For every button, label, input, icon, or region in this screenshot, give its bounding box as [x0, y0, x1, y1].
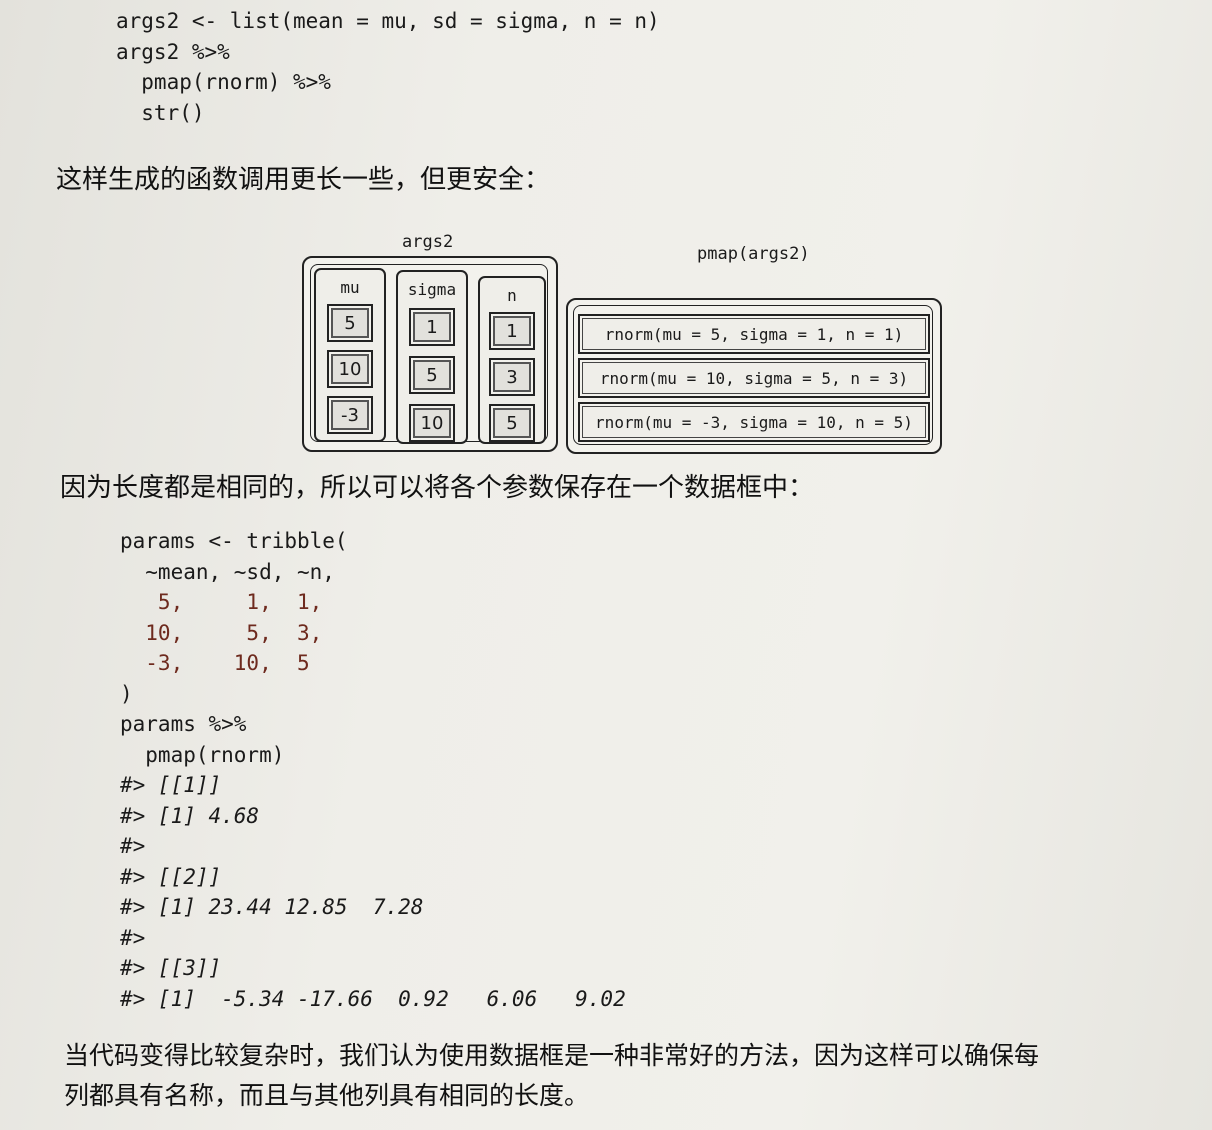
code-block-args2: args2 <- list(mean = mu, sd = sigma, n =…: [116, 6, 660, 128]
cell-n-1: 1: [489, 312, 535, 350]
output-line: #> [[1]]: [120, 773, 222, 797]
pmap-result-box: rnorm(mu = 5, sigma = 1, n = 1) rnorm(mu…: [566, 298, 942, 454]
code-line: pmap(rnorm) %>%: [116, 70, 331, 94]
output-line: #> [1] 4.68: [120, 803, 260, 828]
cell-mu-1: 5: [327, 304, 373, 342]
output-line: #> [[3]]: [120, 956, 222, 980]
args2-label: args2: [402, 232, 454, 252]
code-line: args2 %>%: [116, 39, 230, 64]
args2-list-box: mu 5 10 -3 sigma 1 5 10 n 1 3 5: [302, 256, 558, 452]
column-header-mu: mu: [340, 278, 360, 297]
code-block-params: params <- tribble( ~mean, ~sd, ~n, 5, 1,…: [120, 526, 626, 1014]
output-line: #> [[2]]: [120, 864, 222, 889]
output-line: #> [1] 23.44 12.85 7.28: [120, 895, 424, 919]
paragraph-store-in-dataframe: 因为长度都是相同的，所以可以将各个参数保存在一个数据框中：: [60, 473, 815, 503]
code-line: params %>%: [120, 712, 247, 736]
cell-n-2: 3: [489, 358, 535, 396]
column-n: n 1 3 5: [478, 276, 546, 444]
code-line: ): [120, 681, 133, 706]
cell-sigma-3: 10: [409, 404, 455, 442]
column-header-sigma: sigma: [407, 280, 457, 299]
paragraph-safer-calls: 这样生成的函数调用更长一些，但更安全：: [56, 165, 551, 195]
code-line: 10, 5, 3,: [120, 620, 323, 645]
column-mu: mu 5 10 -3: [314, 268, 386, 442]
output-line: #>: [120, 834, 146, 858]
rnorm-call-3: rnorm(mu = -3, sigma = 10, n = 5): [578, 402, 930, 442]
cell-mu-3: -3: [327, 396, 373, 434]
code-line: pmap(rnorm): [120, 742, 285, 767]
cell-sigma-1: 1: [409, 308, 455, 346]
pmap-args2-label: pmap(args2): [697, 244, 810, 264]
column-header-n: n: [507, 286, 517, 305]
cell-n-3: 5: [489, 404, 535, 442]
column-sigma: sigma 1 5 10: [396, 270, 468, 444]
code-line: params <- tribble(: [120, 529, 348, 553]
code-line: args2 <- list(mean = mu, sd = sigma, n =…: [116, 9, 660, 33]
cell-mu-2: 10: [327, 350, 373, 388]
rnorm-call-2: rnorm(mu = 10, sigma = 5, n = 3): [578, 358, 930, 398]
code-line: -3, 10, 5: [120, 651, 310, 675]
cell-sigma-2: 5: [409, 356, 455, 394]
pmap-diagram: args2 pmap(args2) mu 5 10 -3 sigma 1 5 1…: [300, 230, 950, 455]
code-line: 5, 1, 1,: [120, 590, 323, 614]
rnorm-call-1: rnorm(mu = 5, sigma = 1, n = 1): [578, 314, 930, 354]
paragraph-conclusion-line-2: 列都具有名称，而且与其他列具有相同的长度。: [64, 1081, 590, 1110]
book-page: args2 <- list(mean = mu, sd = sigma, n =…: [0, 0, 1212, 1130]
output-line: #>: [120, 925, 146, 950]
paragraph-conclusion-line-1: 当代码变得比较复杂时，我们认为使用数据框是一种非常好的方法，因为这样可以确保每: [64, 1041, 1040, 1070]
output-line: #> [1] -5.34 -17.66 0.92 6.06 9.02: [120, 986, 626, 1011]
code-line: str(): [116, 100, 205, 125]
code-line: ~mean, ~sd, ~n,: [120, 559, 335, 584]
